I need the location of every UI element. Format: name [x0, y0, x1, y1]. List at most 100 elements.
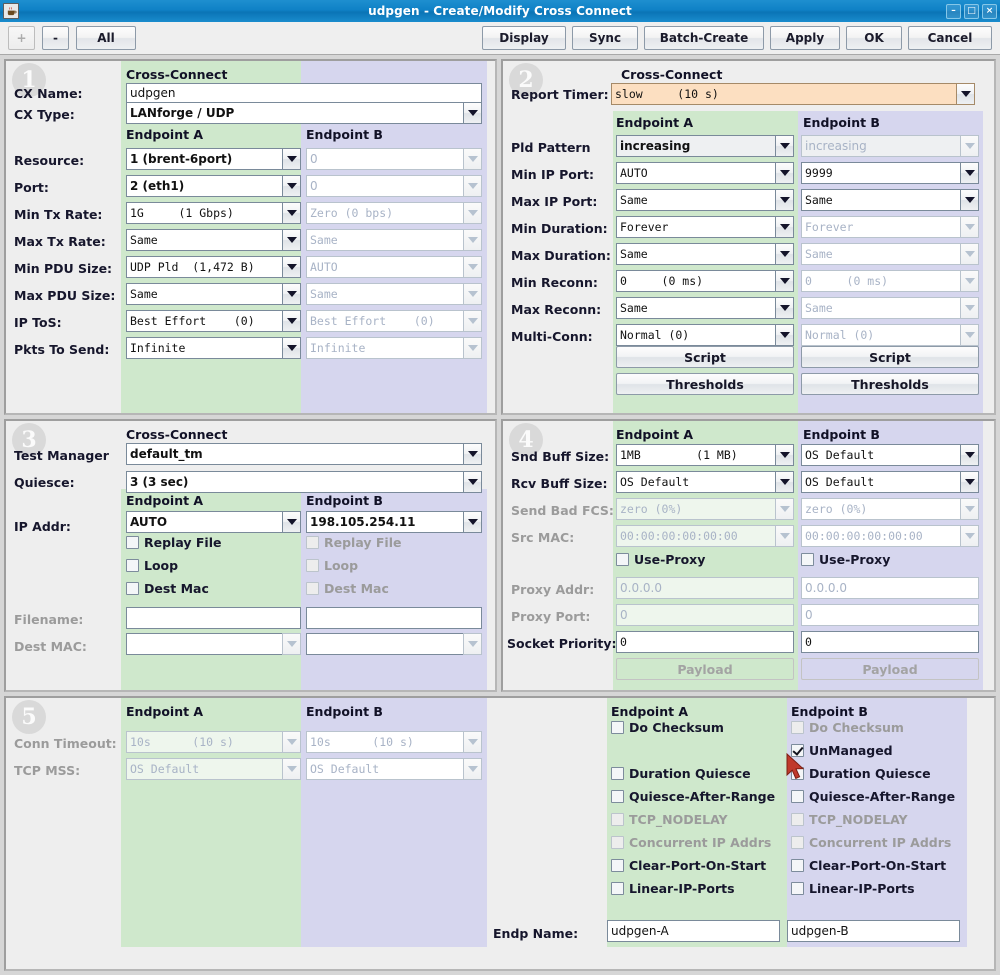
script-button-b[interactable]: Script: [801, 346, 979, 368]
field-a[interactable]: AUTO: [616, 162, 794, 184]
checkbox-clear-port-on-start-a[interactable]: Clear-Port-On-Start: [611, 858, 766, 873]
proxy-port-input-b[interactable]: 0: [801, 604, 979, 626]
all-button[interactable]: All: [76, 26, 136, 50]
socket-priority-input-a[interactable]: 0: [616, 631, 794, 653]
chevron-down-icon[interactable]: [775, 471, 794, 493]
chevron-down-icon[interactable]: [960, 444, 979, 466]
chevron-down-icon[interactable]: [282, 175, 301, 197]
chevron-down-icon[interactable]: [775, 324, 794, 346]
chevron-down-icon[interactable]: [282, 202, 301, 224]
proxy-addr-input-a[interactable]: 0.0.0.0: [616, 577, 794, 599]
field-b[interactable]: Same: [801, 189, 979, 211]
checkbox-icon[interactable]: [791, 790, 804, 803]
checkbox-loop-a[interactable]: Loop: [126, 558, 178, 573]
cx-type-combo[interactable]: LANforge / UDP: [126, 102, 482, 124]
checkbox-icon[interactable]: [611, 882, 624, 895]
tcp-mss-combo-a[interactable]: OS Default: [126, 758, 301, 780]
checkbox-icon[interactable]: [791, 859, 804, 872]
proxy-addr-input-b[interactable]: 0.0.0.0: [801, 577, 979, 599]
field-a[interactable]: Forever: [616, 216, 794, 238]
thresholds-button-b[interactable]: Thresholds: [801, 373, 979, 395]
field-b[interactable]: 9999: [801, 162, 979, 184]
tcp-mss-combo-b[interactable]: OS Default: [306, 758, 482, 780]
chevron-down-icon[interactable]: [775, 270, 794, 292]
chevron-down-icon[interactable]: [775, 189, 794, 211]
payload-button-a[interactable]: Payload: [616, 658, 794, 680]
field-b[interactable]: OS Default: [801, 471, 979, 493]
checkbox-linear-ip-ports-b[interactable]: Linear-IP-Ports: [791, 881, 915, 896]
payload-button-b[interactable]: Payload: [801, 658, 979, 680]
remove-button[interactable]: -: [42, 26, 69, 50]
dest-mac-combo-a[interactable]: [126, 633, 301, 655]
conn-timeout-combo-a[interactable]: 10s (10 s): [126, 731, 301, 753]
chevron-down-icon[interactable]: [463, 102, 482, 124]
chevron-down-icon[interactable]: [282, 256, 301, 278]
chevron-down-icon[interactable]: [463, 471, 482, 493]
checkbox-quiesce-after-range-b[interactable]: Quiesce-After-Range: [791, 789, 955, 804]
display-button[interactable]: Display: [482, 26, 566, 50]
checkbox-icon[interactable]: [791, 882, 804, 895]
thresholds-button-a[interactable]: Thresholds: [616, 373, 794, 395]
chevron-down-icon[interactable]: [282, 310, 301, 332]
cx-name-input[interactable]: udpgen: [126, 83, 482, 102]
checkbox-duration-quiesce-b[interactable]: Duration Quiesce: [791, 766, 931, 781]
field-a[interactable]: Same: [616, 243, 794, 265]
field-a[interactable]: increasing: [616, 135, 794, 157]
use-proxy-checkbox-a[interactable]: Use-Proxy: [616, 552, 705, 567]
chevron-down-icon[interactable]: [775, 444, 794, 466]
field-a[interactable]: Same: [616, 297, 794, 319]
filename-input-a[interactable]: [126, 607, 301, 629]
field-a[interactable]: Same: [126, 229, 301, 251]
chevron-down-icon[interactable]: [282, 148, 301, 170]
field-a[interactable]: Same: [616, 189, 794, 211]
filename-input-b[interactable]: [306, 607, 482, 629]
checkbox-icon[interactable]: [611, 859, 624, 872]
sync-button[interactable]: Sync: [572, 26, 638, 50]
field-a[interactable]: OS Default: [616, 471, 794, 493]
field-a[interactable]: Same: [126, 283, 301, 305]
chevron-down-icon[interactable]: [282, 337, 301, 359]
chevron-down-icon[interactable]: [282, 511, 301, 533]
checkbox-icon[interactable]: [791, 744, 804, 757]
report-timer-combo[interactable]: slow (10 s): [611, 83, 975, 105]
ok-button[interactable]: OK: [846, 26, 902, 50]
batch-create-button[interactable]: Batch-Create: [644, 26, 764, 50]
field-a[interactable]: Best Effort (0): [126, 310, 301, 332]
checkbox-do-checksum-a[interactable]: Do Checksum: [611, 720, 724, 735]
field-a[interactable]: Normal (0): [616, 324, 794, 346]
field-a[interactable]: 0 (0 ms): [616, 270, 794, 292]
checkbox-icon[interactable]: [611, 790, 624, 803]
checkbox-duration-quiesce-a[interactable]: Duration Quiesce: [611, 766, 751, 781]
proxy-port-input-a[interactable]: 0: [616, 604, 794, 626]
field-b[interactable]: OS Default: [801, 444, 979, 466]
ip-addr-combo-b[interactable]: 198.105.254.11: [306, 511, 482, 533]
chevron-down-icon[interactable]: [463, 511, 482, 533]
checkbox-replay-file-a[interactable]: Replay File: [126, 535, 221, 550]
checkbox-icon[interactable]: [126, 536, 139, 549]
field-a[interactable]: 1MB (1 MB): [616, 444, 794, 466]
chevron-down-icon[interactable]: [956, 83, 975, 105]
use-proxy-checkbox-b[interactable]: Use-Proxy: [801, 552, 890, 567]
chevron-down-icon[interactable]: [775, 162, 794, 184]
chevron-down-icon[interactable]: [282, 229, 301, 251]
checkbox-icon[interactable]: [611, 767, 624, 780]
ip-addr-combo-a[interactable]: AUTO: [126, 511, 301, 533]
dest-mac-combo-b[interactable]: [306, 633, 482, 655]
chevron-down-icon[interactable]: [775, 297, 794, 319]
checkbox-icon[interactable]: [791, 767, 804, 780]
checkbox-icon[interactable]: [126, 559, 139, 572]
chevron-down-icon[interactable]: [775, 216, 794, 238]
cancel-button[interactable]: Cancel: [908, 26, 992, 50]
checkbox-unmanaged-b[interactable]: UnManaged: [791, 743, 893, 758]
close-button[interactable]: ×: [982, 4, 997, 19]
chevron-down-icon[interactable]: [775, 243, 794, 265]
chevron-down-icon[interactable]: [282, 283, 301, 305]
field-a[interactable]: 1G (1 Gbps): [126, 202, 301, 224]
minimize-button[interactable]: –: [946, 4, 961, 19]
endp-name-input-a[interactable]: udpgen-A: [607, 920, 780, 942]
socket-priority-input-b[interactable]: 0: [801, 631, 979, 653]
chevron-down-icon[interactable]: [960, 189, 979, 211]
checkbox-quiesce-after-range-a[interactable]: Quiesce-After-Range: [611, 789, 775, 804]
checkbox-clear-port-on-start-b[interactable]: Clear-Port-On-Start: [791, 858, 946, 873]
field-a[interactable]: Infinite: [126, 337, 301, 359]
